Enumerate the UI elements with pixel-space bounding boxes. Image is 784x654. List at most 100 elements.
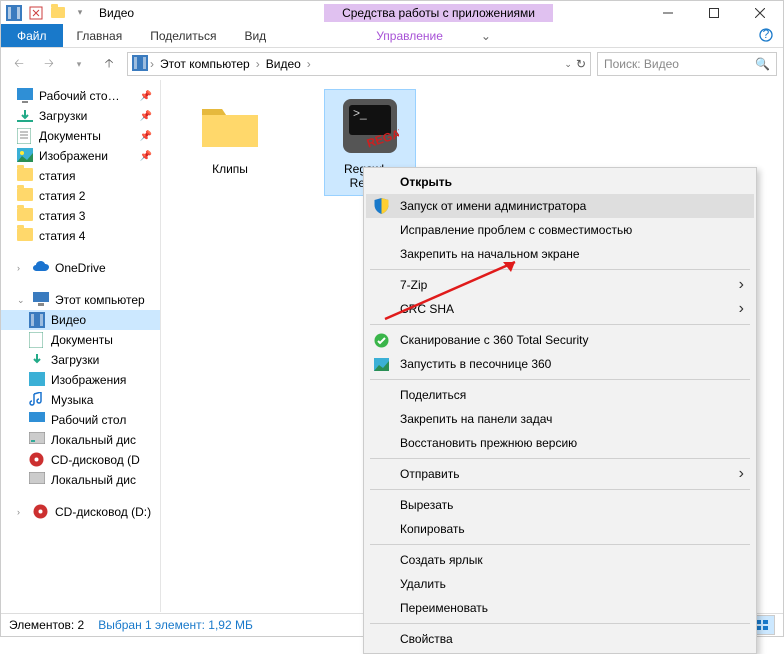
help-button[interactable]: ? <box>749 24 783 47</box>
shield-icon <box>372 197 390 215</box>
ctx-sandbox-360[interactable]: Запустить в песочнице 360 <box>366 352 754 376</box>
navbar: 🡠 🡢 ▾ 🡡 › Этот компьютер › Видео › ⌄ ↻ П… <box>1 48 783 80</box>
sidebar-item-downloads[interactable]: Загрузки <box>1 350 160 370</box>
close-button[interactable] <box>737 2 783 24</box>
sidebar-item-localdisk[interactable]: Локальный дис <box>1 430 160 450</box>
sidebar-item-label: Рабочий стол <box>51 413 126 427</box>
search-input[interactable]: Поиск: Видео 🔍 <box>597 52 777 76</box>
sidebar-item-folder[interactable]: статия <box>1 166 160 186</box>
file-item-folder[interactable]: Клипы <box>185 90 275 180</box>
chevron-right-icon[interactable]: › <box>17 263 27 273</box>
address-dropdown-icon[interactable]: ⌄ <box>564 59 572 70</box>
ctx-label: Запустить в песочнице 360 <box>400 357 551 371</box>
sidebar-item-label: Изображени <box>39 149 108 163</box>
ctx-delete[interactable]: Удалить <box>366 572 754 596</box>
ctx-label: Закрепить на панели задач <box>400 412 552 426</box>
minimize-button[interactable] <box>645 2 691 24</box>
location-icon <box>132 55 148 74</box>
breadcrumb-pc[interactable]: Этот компьютер <box>156 57 254 71</box>
nav-up-button[interactable]: 🡡 <box>97 52 121 76</box>
titlebar: ▾ Видео Средства работы с приложениями <box>1 1 783 24</box>
exe-icon: >_REGAW <box>338 94 402 158</box>
chevron-right-icon[interactable]: › <box>17 507 27 517</box>
chevron-down-icon[interactable]: ⌄ <box>17 295 27 306</box>
sidebar-item-folder[interactable]: статия 3 <box>1 206 160 226</box>
contextual-tab-title: Средства работы с приложениями <box>324 4 553 22</box>
ribbon-expand-icon[interactable]: ⌄ <box>473 24 499 47</box>
sidebar-item-pictures[interactable]: Изображени📌 <box>1 146 160 166</box>
sidebar-item-label: Документы <box>51 333 113 347</box>
sidebar-item-label: Музыка <box>51 393 93 407</box>
ctx-label: Свойства <box>400 632 453 646</box>
ribbon: Файл Главная Поделиться Вид Управление ⌄… <box>1 24 783 48</box>
ctx-open[interactable]: Открыть <box>366 170 754 194</box>
ctx-create-shortcut[interactable]: Создать ярлык <box>366 548 754 572</box>
nav-back-button[interactable]: 🡠 <box>7 52 31 76</box>
qat-newfolder-icon[interactable] <box>49 4 67 22</box>
pin-icon: 📌 <box>140 91 152 102</box>
qat-properties-icon[interactable] <box>27 4 45 22</box>
search-placeholder: Поиск: Видео <box>604 57 679 71</box>
ctx-send-to[interactable]: Отправить› <box>366 462 754 486</box>
tab-share[interactable]: Поделиться <box>136 24 230 47</box>
tab-file[interactable]: Файл <box>1 24 63 47</box>
sidebar-item-desktop[interactable]: Рабочий сто…📌 <box>1 86 160 106</box>
app-icon <box>5 4 23 22</box>
breadcrumb-sep[interactable]: › <box>307 57 311 71</box>
scan-icon <box>372 331 390 349</box>
tab-home[interactable]: Главная <box>63 24 137 47</box>
tab-manage[interactable]: Управление <box>346 24 473 47</box>
ctx-pin-taskbar[interactable]: Закрепить на панели задач <box>366 407 754 431</box>
ctx-label: Открыть <box>400 175 452 189</box>
nav-forward-button[interactable]: 🡢 <box>37 52 61 76</box>
sidebar-item-label: OneDrive <box>55 261 106 275</box>
sidebar-item-music[interactable]: Музыка <box>1 390 160 410</box>
ctx-7zip[interactable]: 7-Zip› <box>366 273 754 297</box>
ctx-compat-troubleshoot[interactable]: Исправление проблем с совместимостью <box>366 218 754 242</box>
sidebar-item-video[interactable]: Видео <box>1 310 160 330</box>
sidebar-item-folder[interactable]: статия 4 <box>1 226 160 246</box>
file-label: Клипы <box>212 162 248 176</box>
ctx-copy[interactable]: Копировать <box>366 517 754 541</box>
ctx-label: Исправление проблем с совместимостью <box>400 223 632 237</box>
navigation-pane[interactable]: Рабочий сто…📌 Загрузки📌 Документы📌 Изобр… <box>1 80 161 612</box>
ctx-label: Копировать <box>400 522 465 536</box>
breadcrumb-sep[interactable]: › <box>150 57 154 71</box>
sidebar-item-cd[interactable]: ›CD-дисковод (D:) <box>1 502 160 522</box>
ctx-scan-360[interactable]: Сканирование с 360 Total Security <box>366 328 754 352</box>
breadcrumb-sep[interactable]: › <box>256 57 260 71</box>
ctx-label: Отправить <box>400 467 460 481</box>
sidebar-item-thispc[interactable]: ⌄ Этот компьютер <box>1 290 160 310</box>
sidebar-item-pictures[interactable]: Изображения <box>1 370 160 390</box>
sidebar-item-label: Этот компьютер <box>55 293 145 307</box>
sidebar-item-downloads[interactable]: Загрузки📌 <box>1 106 160 126</box>
ctx-crc-sha[interactable]: CRC SHA› <box>366 297 754 321</box>
sidebar-item-folder[interactable]: статия 2 <box>1 186 160 206</box>
maximize-button[interactable] <box>691 2 737 24</box>
status-selection: Выбран 1 элемент: 1,92 МБ <box>98 618 253 632</box>
qat-dropdown-icon[interactable]: ▾ <box>71 4 89 22</box>
ctx-restore-previous[interactable]: Восстановить прежнюю версию <box>366 431 754 455</box>
ctx-label: Закрепить на начальном экране <box>400 247 580 261</box>
address-bar[interactable]: › Этот компьютер › Видео › ⌄ ↻ <box>127 52 591 76</box>
sidebar-item-documents[interactable]: Документы📌 <box>1 126 160 146</box>
ctx-share[interactable]: Поделиться <box>366 383 754 407</box>
sidebar-item-label: статия 3 <box>39 209 85 223</box>
sidebar-item-cd[interactable]: CD-дисковод (D <box>1 450 160 470</box>
refresh-button[interactable]: ↻ <box>576 57 586 71</box>
sidebar-item-documents[interactable]: Документы <box>1 330 160 350</box>
tab-view[interactable]: Вид <box>230 24 280 47</box>
sidebar-item-desktop[interactable]: Рабочий стол <box>1 410 160 430</box>
ctx-label: Восстановить прежнюю версию <box>400 436 577 450</box>
sidebar-item-localdisk[interactable]: Локальный дис <box>1 470 160 490</box>
breadcrumb-video[interactable]: Видео <box>262 57 305 71</box>
ctx-cut[interactable]: Вырезать <box>366 493 754 517</box>
ctx-rename[interactable]: Переименовать <box>366 596 754 620</box>
ctx-pin-start[interactable]: Закрепить на начальном экране <box>366 242 754 266</box>
sidebar-item-onedrive[interactable]: › OneDrive <box>1 258 160 278</box>
svg-text:>_: >_ <box>353 106 367 120</box>
nav-recent-dropdown[interactable]: ▾ <box>67 52 91 76</box>
ctx-properties[interactable]: Свойства <box>366 627 754 651</box>
ctx-run-as-admin[interactable]: Запуск от имени администратора <box>366 194 754 218</box>
ctx-label: Запуск от имени администратора <box>400 199 586 213</box>
